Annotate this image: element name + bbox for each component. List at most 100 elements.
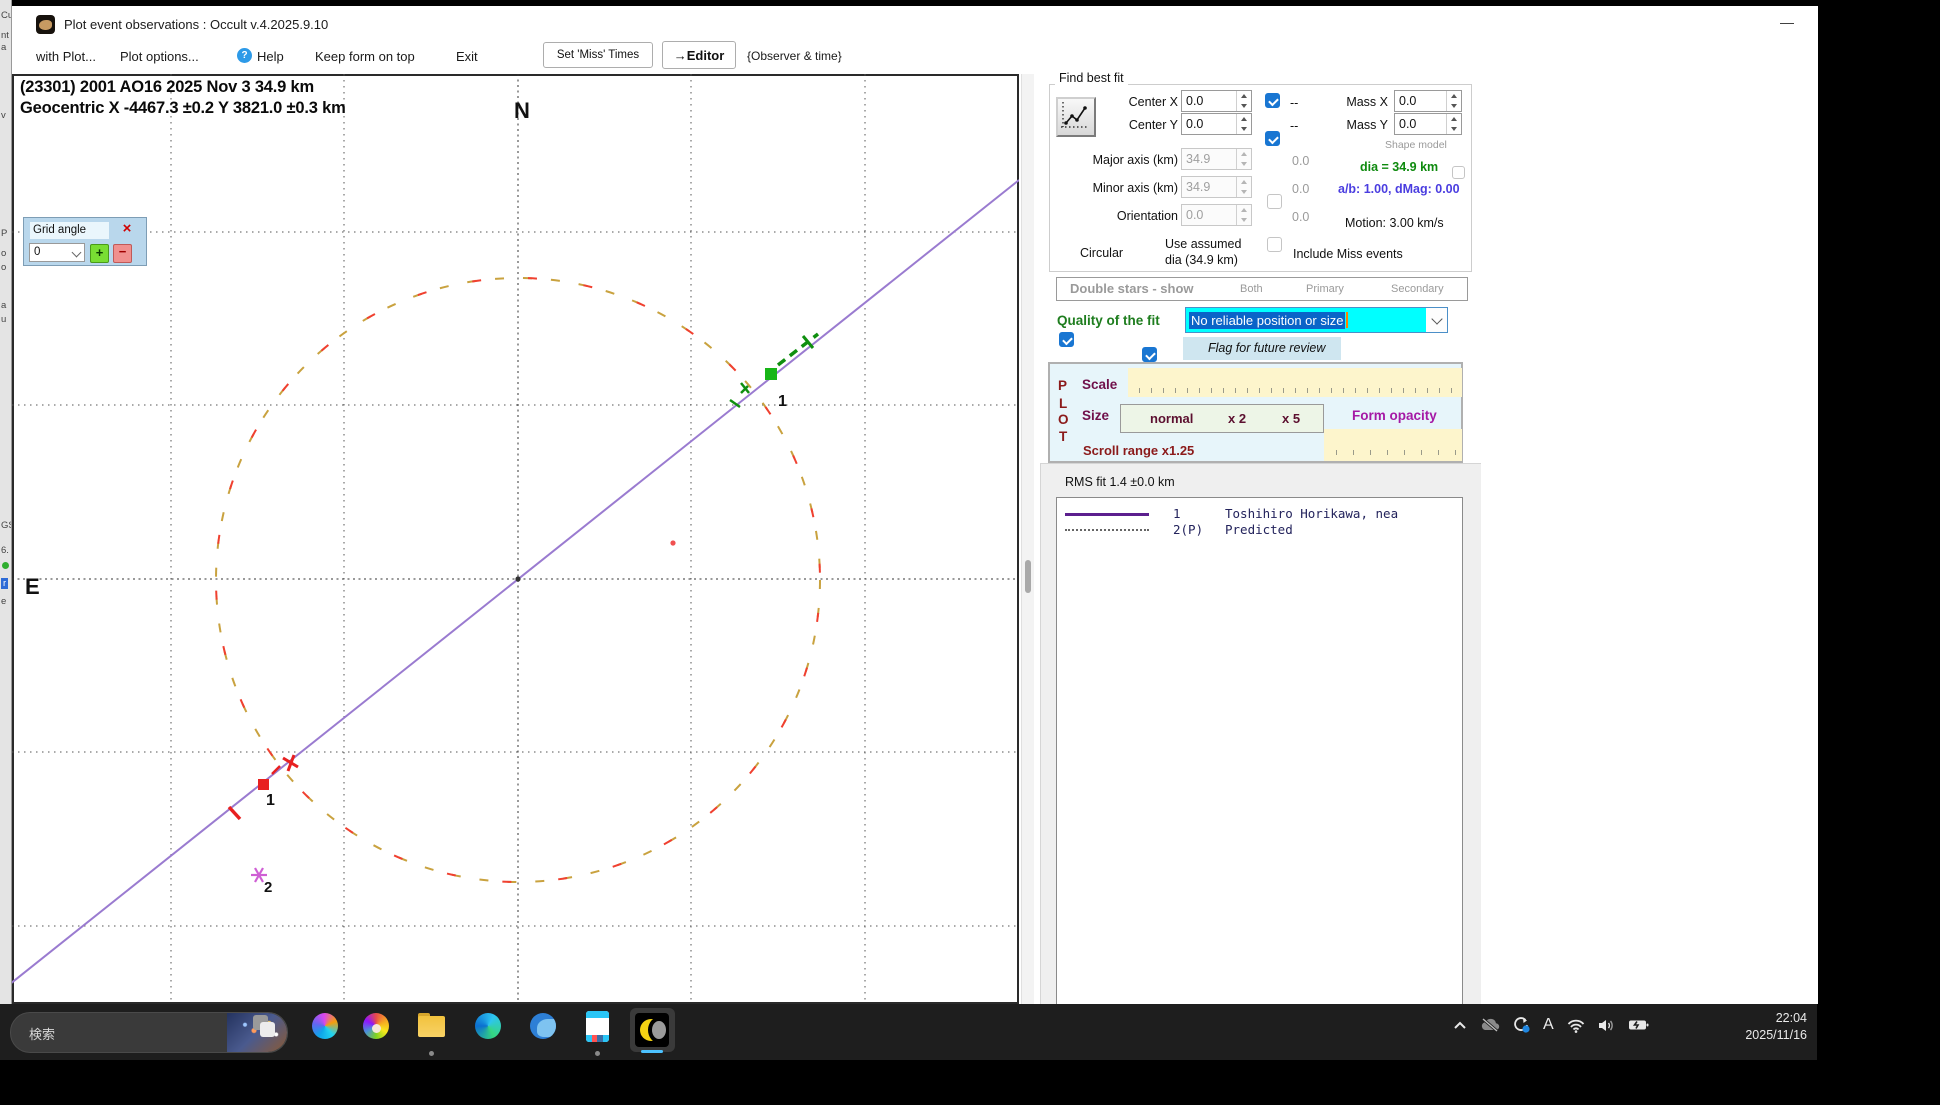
grid-angle-value: 0 [34,246,41,258]
close-icon[interactable]: × [116,221,138,238]
spin-up-icon [1237,177,1251,187]
opacity-slider-area [1324,429,1462,461]
legend-row-number: 2(P) [1173,522,1204,537]
major-axis-extra: 0.0 [1292,154,1310,168]
grid-angle-minus-button[interactable]: − [113,244,132,263]
use-assumed-checkbox[interactable] [1142,347,1157,362]
minimize-button[interactable]: — [1772,14,1802,30]
mass-y-spinner[interactable]: 0.0 [1394,113,1462,135]
editor-button[interactable]: →Editor [662,41,736,69]
motion-text: Motion: 3.00 km/s [1345,216,1444,230]
fit-chart-icon [1061,102,1088,128]
mass-y-label: Mass Y [1346,118,1388,132]
speaker-icon[interactable] [1598,1018,1616,1033]
scrollbar-thumb[interactable] [1025,560,1031,593]
edge-button[interactable] [475,1013,501,1039]
ime-indicator[interactable]: A [1543,1016,1554,1034]
center-x-spinner[interactable]: 0.0 [1181,90,1252,112]
grid-angle-select[interactable]: 0 [29,243,85,262]
folder-icon [418,1013,445,1037]
combo-dropdown-button[interactable] [1426,308,1447,332]
strip-fragment: e [1,596,7,607]
taskbar-search-box[interactable]: 検索 [10,1012,288,1053]
text-cursor [1346,312,1349,328]
paint-button[interactable] [363,1013,389,1039]
set-miss-times-button[interactable]: Set 'Miss' Times [543,42,653,68]
screen: Cu nt a v P o o a u GS 6. r e Plot event… [0,0,1940,1105]
grid-angle-window[interactable]: Grid angle × 0 + − [23,217,147,266]
double-stars-title: Double stars - show [1070,281,1194,296]
major-axis-label: Major axis (km) [1092,153,1178,167]
plot-header-line2: Geocentric X -4467.3 ±0.2 Y 3821.0 ±0.3 … [20,99,346,117]
observer-time-label: {Observer & time} [747,49,842,63]
grid-lines [12,74,1019,1004]
plot-letter-t: T [1059,429,1068,444]
orientation-spinner[interactable]: 0.0 [1181,204,1252,226]
menu-keep-form-on-top[interactable]: Keep form on top [315,49,415,64]
plot-vertical-scrollbar[interactable] [1021,74,1034,1004]
plot-header-line1: (23301) 2001 AO16 2025 Nov 3 34.9 km [20,78,314,96]
major-axis-spinner[interactable]: 34.9 [1181,148,1252,170]
menu-exit[interactable]: Exit [456,49,478,64]
menu-plot-options[interactable]: Plot options... [120,49,199,64]
spin-up-icon[interactable] [1447,114,1461,124]
strip-fragment: a [1,42,7,53]
onedrive-paused-icon[interactable] [1480,1017,1500,1033]
thunderbird-button[interactable] [530,1013,556,1039]
red-event-marks: 1 [227,754,299,821]
double-stars-primary-label: Primary [1306,283,1344,295]
center-x-label: Center X [1128,95,1178,109]
orientation-value: 0.0 [1186,208,1204,222]
spin-down-icon[interactable] [1447,101,1461,111]
size-normal-label: normal [1150,411,1194,426]
spin-up-icon[interactable] [1237,114,1251,124]
active-app-indicator [641,1050,663,1053]
spin-up-icon[interactable] [1447,91,1461,101]
iota-vti-icon [586,1011,609,1042]
find-best-fit-button[interactable] [1056,97,1096,137]
circular-checkbox[interactable] [1059,332,1074,347]
shape-model-label: Shape model [1385,139,1447,151]
shape-model-checkbox[interactable] [1452,166,1465,179]
minor-axis-spinner[interactable]: 34.9 [1181,176,1252,198]
menu-help[interactable]: Help [257,49,284,64]
quality-combobox[interactable]: No reliable position or size [1185,307,1448,333]
wifi-icon[interactable] [1566,1018,1586,1033]
form-opacity-label: Form opacity [1352,408,1437,423]
copilot-button[interactable] [312,1013,338,1039]
menu-with-plot[interactable]: with Plot... [36,49,96,64]
file-explorer-button[interactable] [418,1013,445,1037]
spin-up-icon [1237,205,1251,215]
strip-fragment: r [1,578,9,589]
sync-icon[interactable] [1512,1016,1531,1034]
strip-fragment: P [1,228,8,239]
occult-app-button[interactable] [630,1008,675,1052]
center-y-checkbox[interactable] [1265,131,1280,146]
plot-letter-p: P [1058,378,1068,393]
center-x-checkbox[interactable] [1265,93,1280,108]
opacity-slider-ticks [1336,450,1456,455]
center-y-spinner[interactable]: 0.0 [1181,113,1252,135]
observations-legend-list[interactable]: 1 Toshihiro Horikawa, nea 2(P) Predicted [1056,497,1463,1004]
spin-up-icon[interactable] [1237,91,1251,101]
green-event-label: 1 [778,393,787,410]
task-view-button[interactable] [251,1013,277,1039]
mass-x-spinner[interactable]: 0.0 [1394,90,1462,112]
battery-charging-icon[interactable] [1628,1018,1650,1032]
east-label: E [25,574,40,599]
taskbar-clock[interactable]: 22:04 2025/11/16 [1712,1010,1807,1044]
double-stars-both-label: Both [1240,283,1263,295]
iota-vti-button[interactable] [586,1011,609,1042]
help-icon[interactable]: ? [237,48,252,63]
minor-axis-checkbox[interactable] [1267,237,1282,252]
major-axis-checkbox[interactable] [1267,194,1282,209]
strip-fragment: nt [1,30,9,41]
scale-slider-ticks [1139,388,1457,393]
spin-down-icon[interactable] [1447,124,1461,134]
grid-angle-plus-button[interactable]: + [90,244,109,263]
thunderbird-icon [530,1013,556,1039]
tray-chevron-up-icon[interactable] [1452,1019,1468,1031]
spin-down-icon[interactable] [1237,101,1251,111]
center-y-value: 0.0 [1186,117,1204,131]
spin-down-icon[interactable] [1237,124,1251,134]
